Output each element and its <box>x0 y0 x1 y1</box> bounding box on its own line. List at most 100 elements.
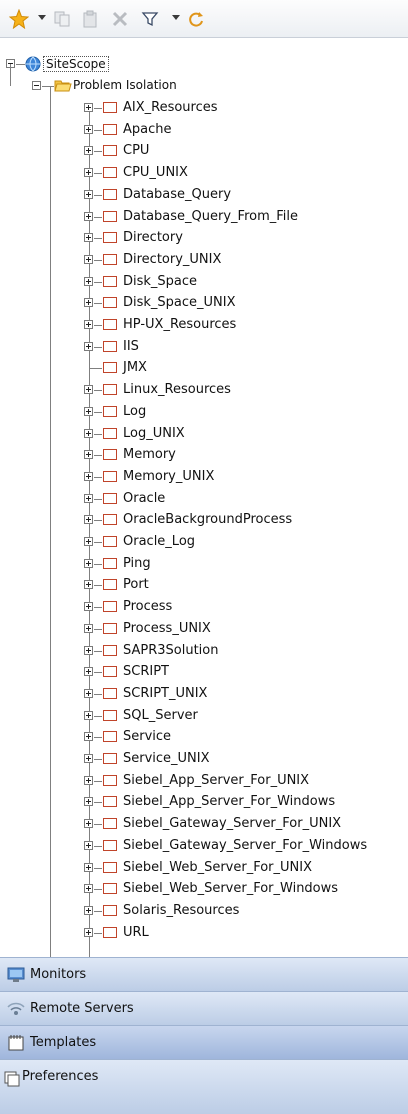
tree-item[interactable]: URL <box>0 922 408 944</box>
tree-item[interactable]: Memory_UNIX <box>0 466 408 488</box>
expand-toggle-icon[interactable] <box>84 255 93 264</box>
tree-item[interactable]: Siebel_Gateway_Server_For_Windows <box>0 835 408 857</box>
tree-item[interactable]: SCRIPT_UNIX <box>0 683 408 705</box>
expand-toggle-icon[interactable] <box>84 537 93 546</box>
expand-toggle-icon[interactable] <box>84 689 93 698</box>
tree-item-label: OracleBackgroundProcess <box>123 512 293 527</box>
expand-toggle-icon[interactable] <box>84 125 93 134</box>
tree-root-row[interactable]: SiteScope <box>0 53 408 75</box>
expand-toggle-icon[interactable] <box>84 342 93 351</box>
filter-icon[interactable] <box>140 9 160 29</box>
expand-toggle-icon[interactable] <box>84 168 93 177</box>
tree-item[interactable]: Siebel_Gateway_Server_For_UNIX <box>0 813 408 835</box>
tree-item[interactable]: Siebel_Web_Server_For_Windows <box>0 878 408 900</box>
refresh-icon[interactable] <box>186 9 206 29</box>
tree-item[interactable]: Service_UNIX <box>0 748 408 770</box>
tree-item-label: SCRIPT_UNIX <box>123 686 208 701</box>
expand-toggle-icon[interactable] <box>84 190 93 199</box>
tree-item[interactable]: Log <box>0 401 408 423</box>
expand-toggle-icon[interactable] <box>84 407 93 416</box>
tree-item[interactable]: CPU_UNIX <box>0 162 408 184</box>
expand-toggle-icon[interactable] <box>84 667 93 676</box>
paste-icon[interactable] <box>80 9 100 29</box>
new-dropdown-caret[interactable] <box>38 15 46 20</box>
tree-item[interactable]: Solaris_Resources <box>0 900 408 922</box>
tree-item[interactable]: OracleBackgroundProcess <box>0 509 408 531</box>
expand-toggle-icon[interactable] <box>84 450 93 459</box>
expand-toggle-icon[interactable] <box>84 754 93 763</box>
expand-toggle-icon[interactable] <box>84 906 93 915</box>
expand-toggle-icon[interactable] <box>84 298 93 307</box>
tree-item[interactable]: Memory <box>0 444 408 466</box>
tree-item[interactable]: Directory <box>0 227 408 249</box>
expand-toggle-icon[interactable] <box>84 819 93 828</box>
expand-toggle-icon[interactable] <box>84 602 93 611</box>
tree-item[interactable]: JMX <box>0 357 408 379</box>
expand-toggle-icon[interactable] <box>84 841 93 850</box>
tree-item[interactable]: SQL_Server <box>0 705 408 727</box>
tree-item[interactable]: Linux_Resources <box>0 379 408 401</box>
panel-preferences[interactable]: Preferences <box>0 1059 408 1114</box>
panel-preferences-label: Preferences <box>22 1069 99 1084</box>
tree-item-label: Disk_Space <box>123 274 198 289</box>
panel-monitors[interactable]: Monitors <box>0 957 408 991</box>
expand-toggle-icon[interactable] <box>84 797 93 806</box>
expand-toggle-icon[interactable] <box>84 732 93 741</box>
expand-toggle-icon[interactable] <box>84 429 93 438</box>
expand-toggle-icon[interactable] <box>84 277 93 286</box>
expand-toggle-icon[interactable] <box>84 385 93 394</box>
template-icon <box>6 1033 26 1053</box>
tree-item[interactable]: Port <box>0 574 408 596</box>
expand-toggle-icon[interactable] <box>84 559 93 568</box>
tree-item[interactable]: Apache <box>0 119 408 141</box>
expand-toggle-icon[interactable] <box>84 624 93 633</box>
expand-toggle-icon[interactable] <box>84 472 93 481</box>
expand-toggle-icon[interactable] <box>84 103 93 112</box>
expand-toggle-icon[interactable] <box>84 212 93 221</box>
tree-group-row[interactable]: Problem Isolation <box>0 75 408 97</box>
copy-icon[interactable] <box>52 9 72 29</box>
tree-item[interactable]: Service <box>0 726 408 748</box>
tree-item[interactable]: AIX_Resources <box>0 97 408 119</box>
tree-item[interactable]: Siebel_Web_Server_For_UNIX <box>0 857 408 879</box>
tree-item[interactable]: Disk_Space_UNIX <box>0 292 408 314</box>
tree-item[interactable]: Directory_UNIX <box>0 249 408 271</box>
tree-item[interactable]: Ping <box>0 553 408 575</box>
expand-toggle-icon[interactable] <box>84 580 93 589</box>
tree-item[interactable]: Oracle <box>0 488 408 510</box>
tree-item[interactable]: Database_Query <box>0 184 408 206</box>
expand-toggle-icon[interactable] <box>84 233 93 242</box>
tree-item[interactable]: Disk_Space <box>0 271 408 293</box>
expand-toggle-icon[interactable] <box>84 494 93 503</box>
expand-toggle-icon[interactable] <box>84 646 93 655</box>
expand-toggle-icon[interactable] <box>84 928 93 937</box>
tree-item[interactable]: SAPR3Solution <box>0 640 408 662</box>
expand-toggle-icon[interactable] <box>84 776 93 785</box>
filter-dropdown-caret[interactable] <box>172 15 180 20</box>
collapse-toggle-icon[interactable] <box>32 81 41 90</box>
tree-item[interactable]: HP-UX_Resources <box>0 314 408 336</box>
tree-item-label: Solaris_Resources <box>123 903 240 918</box>
tree-item[interactable]: Database_Query_From_File <box>0 206 408 228</box>
expand-toggle-icon[interactable] <box>84 320 93 329</box>
new-star-icon[interactable] <box>8 9 30 29</box>
panel-remote-servers[interactable]: Remote Servers <box>0 991 408 1025</box>
expand-toggle-icon[interactable] <box>84 884 93 893</box>
panel-monitors-label: Monitors <box>30 967 87 982</box>
panel-templates[interactable]: Templates <box>0 1025 408 1059</box>
tree-item[interactable]: Process <box>0 596 408 618</box>
tree-item[interactable]: CPU <box>0 140 408 162</box>
tree-item[interactable]: Siebel_App_Server_For_Windows <box>0 791 408 813</box>
expand-toggle-icon[interactable] <box>84 711 93 720</box>
preferences-icon <box>2 1069 22 1089</box>
tree-item[interactable]: Oracle_Log <box>0 531 408 553</box>
expand-toggle-icon[interactable] <box>84 146 93 155</box>
expand-toggle-icon[interactable] <box>84 515 93 524</box>
expand-toggle-icon[interactable] <box>84 863 93 872</box>
tree-item[interactable]: Siebel_App_Server_For_UNIX <box>0 770 408 792</box>
tree-item[interactable]: IIS <box>0 336 408 358</box>
tree-item[interactable]: SCRIPT <box>0 661 408 683</box>
tree-item[interactable]: Process_UNIX <box>0 618 408 640</box>
tree-item[interactable]: Log_UNIX <box>0 423 408 445</box>
delete-icon[interactable] <box>110 9 130 29</box>
